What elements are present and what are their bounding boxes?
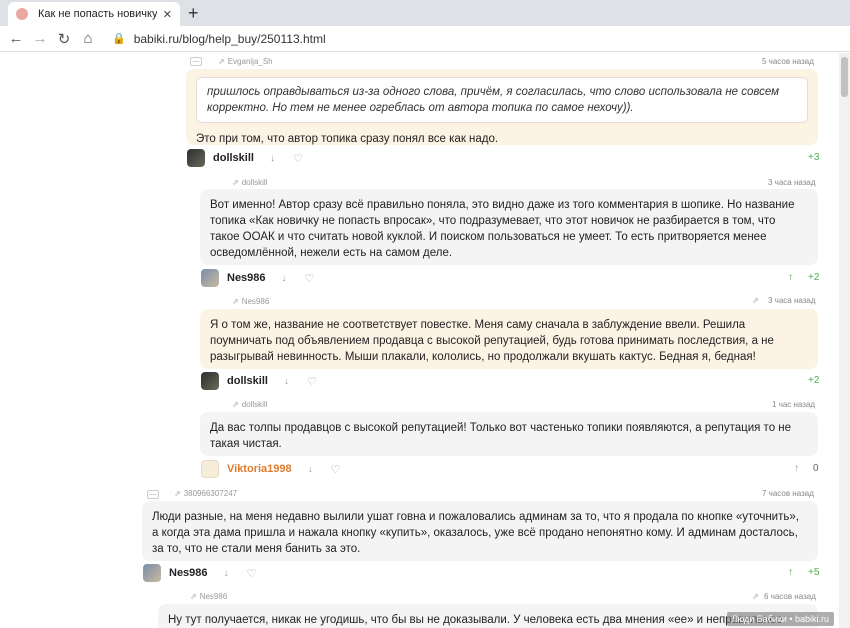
reply-icon: ⇗	[232, 297, 239, 306]
comment-body: Вот именно! Автор сразу всё правильно по…	[200, 189, 818, 265]
reply-icon: ⇗	[232, 178, 239, 187]
username[interactable]: dollskill	[213, 152, 254, 164]
comment-body: Люди разные, на меня недавно вылили ушат…	[142, 501, 818, 561]
rating-score: +2	[808, 375, 820, 386]
back-icon[interactable]: ←	[4, 30, 28, 47]
reply-icon: ⇗	[174, 489, 181, 498]
heart-icon[interactable]: ♡	[247, 567, 257, 580]
rating-score: 0	[813, 463, 819, 474]
comment-time: 5 часов назад	[762, 57, 814, 66]
avatar[interactable]	[201, 269, 219, 287]
comment-text: Это при том, что автор топика сразу поня…	[196, 133, 499, 145]
collapse-icon[interactable]: —	[147, 490, 159, 499]
comment-text: Да вас толпы продавцов с высокой репутац…	[210, 422, 792, 450]
comment-body: Да вас толпы продавцов с высокой репутац…	[200, 412, 818, 456]
comment-time: 6 часов назад	[764, 592, 816, 601]
comment-text: Вот именно! Автор сразу всё правильно по…	[210, 199, 795, 259]
comment-time: 3 часа назад	[768, 178, 816, 187]
browser-tab[interactable]: Как не попасть новичку впроса ✕	[8, 2, 180, 26]
avatar[interactable]	[143, 564, 161, 582]
reload-icon[interactable]: ↻	[52, 30, 76, 48]
reply-action[interactable]: ⇗	[752, 296, 762, 305]
heart-icon[interactable]: ♡	[331, 463, 341, 476]
home-icon[interactable]: ⌂	[76, 30, 100, 47]
reply-icon[interactable]: ⇗	[752, 296, 759, 305]
browser-toolbar: ← → ↻ ⌂ 🔒 babiki.ru/blog/help_buy/250113…	[0, 26, 850, 52]
reply-down-icon[interactable]: ↓	[282, 273, 287, 284]
reply-to: ⇗ Nes986	[190, 592, 227, 601]
reply-to-user[interactable]: Evganija_Sh	[228, 57, 273, 66]
rating-score: +2	[808, 272, 820, 283]
reply-down-icon[interactable]: ↓	[224, 568, 229, 579]
reply-down-icon[interactable]: ↓	[270, 153, 275, 164]
tab-bar: Как не попасть новичку впроса ✕ +	[0, 0, 850, 26]
close-tab-icon[interactable]: ✕	[163, 8, 172, 21]
comment-author: dollskill ↓ ♡	[187, 148, 303, 168]
upvote-icon[interactable]: ↑	[788, 272, 793, 283]
reply-to-user[interactable]: dollskill	[242, 178, 268, 187]
avatar[interactable]	[201, 460, 219, 478]
comment-text: Ну тут получается, никак не угодишь, что…	[168, 614, 783, 626]
comment-text: Я о том же, название не соответствует по…	[210, 319, 774, 363]
comment-time: 1 час назад	[772, 400, 816, 409]
reply-to: ⇗ 380966307247	[174, 489, 237, 498]
reply-to: ⇗ dollskill	[232, 400, 268, 409]
reply-down-icon[interactable]: ↓	[284, 376, 289, 387]
forward-icon[interactable]: →	[28, 30, 52, 47]
reply-down-icon[interactable]: ↓	[308, 464, 313, 475]
comment-author: Viktoria1998 ↓ ♡	[201, 459, 341, 479]
username[interactable]: dollskill	[227, 375, 268, 387]
scrollbar-thumb[interactable]	[841, 57, 848, 97]
comment-author: Nes986 ↓ ♡	[201, 268, 314, 288]
rating-score: +3	[808, 152, 820, 163]
rating-score: +5	[808, 567, 820, 578]
comments-page: — ⇗ Evganija_Sh 5 часов назад пришлось оп…	[0, 53, 850, 628]
upvote-icon[interactable]: ↑	[788, 567, 793, 578]
reply-action[interactable]: ⇗	[752, 592, 762, 601]
reply-to: ⇗ dollskill	[232, 178, 268, 187]
reply-icon: ⇗	[190, 592, 197, 601]
collapse-icon[interactable]: —	[190, 57, 202, 66]
reply-to: ⇗ Evganija_Sh	[218, 57, 273, 66]
upvote-icon[interactable]: ↑	[794, 463, 799, 474]
avatar[interactable]	[187, 149, 205, 167]
comment-time: 3 часа назад	[768, 296, 816, 305]
new-tab-button[interactable]: +	[188, 3, 199, 24]
scrollbar[interactable]	[839, 53, 850, 628]
avatar[interactable]	[201, 372, 219, 390]
heart-icon[interactable]: ♡	[305, 272, 315, 285]
reply-icon: ⇗	[232, 400, 239, 409]
comment-author: Nes986 ↓ ♡	[143, 563, 256, 583]
comment-body: пришлось оправдываться из-за одного слов…	[186, 69, 818, 145]
comment-author: dollskill ↓ ♡	[201, 371, 317, 391]
reply-to-user[interactable]: dollskill	[242, 400, 268, 409]
comment-time: 7 часов назад	[762, 489, 814, 498]
reply-to: ⇗ Nes986	[232, 297, 269, 306]
favicon-icon	[16, 8, 28, 20]
reply-to-user[interactable]: 380966307247	[184, 489, 237, 498]
lock-icon[interactable]: 🔒	[112, 32, 126, 45]
site-watermark: Люди Бабики • babiki.ru	[726, 612, 834, 626]
heart-icon[interactable]: ♡	[293, 152, 303, 165]
comment-text: Люди разные, на меня недавно вылили ушат…	[152, 511, 799, 555]
username[interactable]: Nes986	[227, 272, 266, 284]
reply-to-user[interactable]: Nes986	[242, 297, 270, 306]
address-bar[interactable]: babiki.ru/blog/help_buy/250113.html	[134, 32, 326, 46]
reply-icon[interactable]: ⇗	[752, 592, 759, 601]
username[interactable]: Nes986	[169, 567, 208, 579]
tab-title: Как не попасть новичку впроса	[38, 8, 157, 20]
heart-icon[interactable]: ♡	[307, 375, 317, 388]
username[interactable]: Viktoria1998	[227, 463, 292, 475]
comment-quote: пришлось оправдываться из-за одного слов…	[196, 77, 808, 123]
comment-body: Ну тут получается, никак не угодишь, что…	[158, 604, 818, 628]
comment-body: Я о том же, название не соответствует по…	[200, 309, 818, 369]
reply-to-user[interactable]: Nes986	[200, 592, 228, 601]
reply-icon: ⇗	[218, 57, 225, 66]
